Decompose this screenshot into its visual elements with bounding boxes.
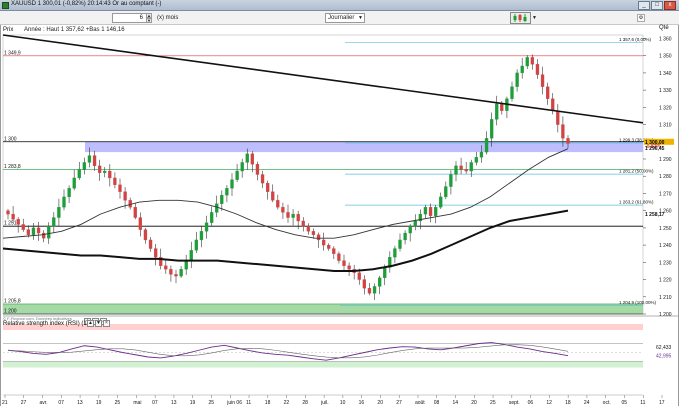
price-panel-info: Année : Haut 1 357,62 +Bas 1 146,16 xyxy=(24,27,125,33)
app-icon xyxy=(2,2,9,9)
period-unit-label: (x) mois xyxy=(157,15,179,21)
settings-icon[interactable]: ⚙ xyxy=(637,14,645,22)
chevron-down-icon: ▼ xyxy=(358,15,363,21)
chart-window xyxy=(0,0,679,419)
rsi-panel-label: Relative strength index (RSI) (14) xyxy=(3,321,93,327)
price-panel-label: Prix xyxy=(3,27,14,33)
rsi-controls: ▲ ▼ × xyxy=(87,320,110,327)
frequency-select[interactable]: Journalier ▼ xyxy=(325,13,365,23)
qte-label: Qté xyxy=(659,25,669,31)
candlestick-icon xyxy=(513,14,527,22)
window-title: XAUUSD 1 300,01 (-0,82%) 20:14:43 Or au … xyxy=(11,1,162,7)
spin-down-icon[interactable]: ▼ xyxy=(146,18,152,23)
rsi-down-icon[interactable]: ▼ xyxy=(95,320,102,327)
chart-type-button[interactable]: ▼ xyxy=(510,12,537,24)
title-bar: XAUUSD 1 300,01 (-0,82%) 20:14:43 Or au … xyxy=(0,0,679,11)
period-value: 6 xyxy=(139,15,143,21)
maximize-button[interactable]: □ xyxy=(651,1,663,10)
toolbar: 6 ▲ ▼ (x) mois Journalier ▼ ▼ ⚙ xyxy=(0,11,679,25)
x-axis-bar xyxy=(0,406,679,419)
minimize-button[interactable]: _ xyxy=(638,1,650,10)
frequency-value: Journalier xyxy=(328,15,355,21)
rsi-close-icon[interactable]: × xyxy=(103,320,110,327)
rsi-up-icon[interactable]: ▲ xyxy=(87,320,94,327)
period-input[interactable]: 6 ▲ ▼ xyxy=(112,13,152,23)
close-button[interactable]: x xyxy=(664,1,676,10)
chevron-down-icon: ▼ xyxy=(532,15,537,21)
